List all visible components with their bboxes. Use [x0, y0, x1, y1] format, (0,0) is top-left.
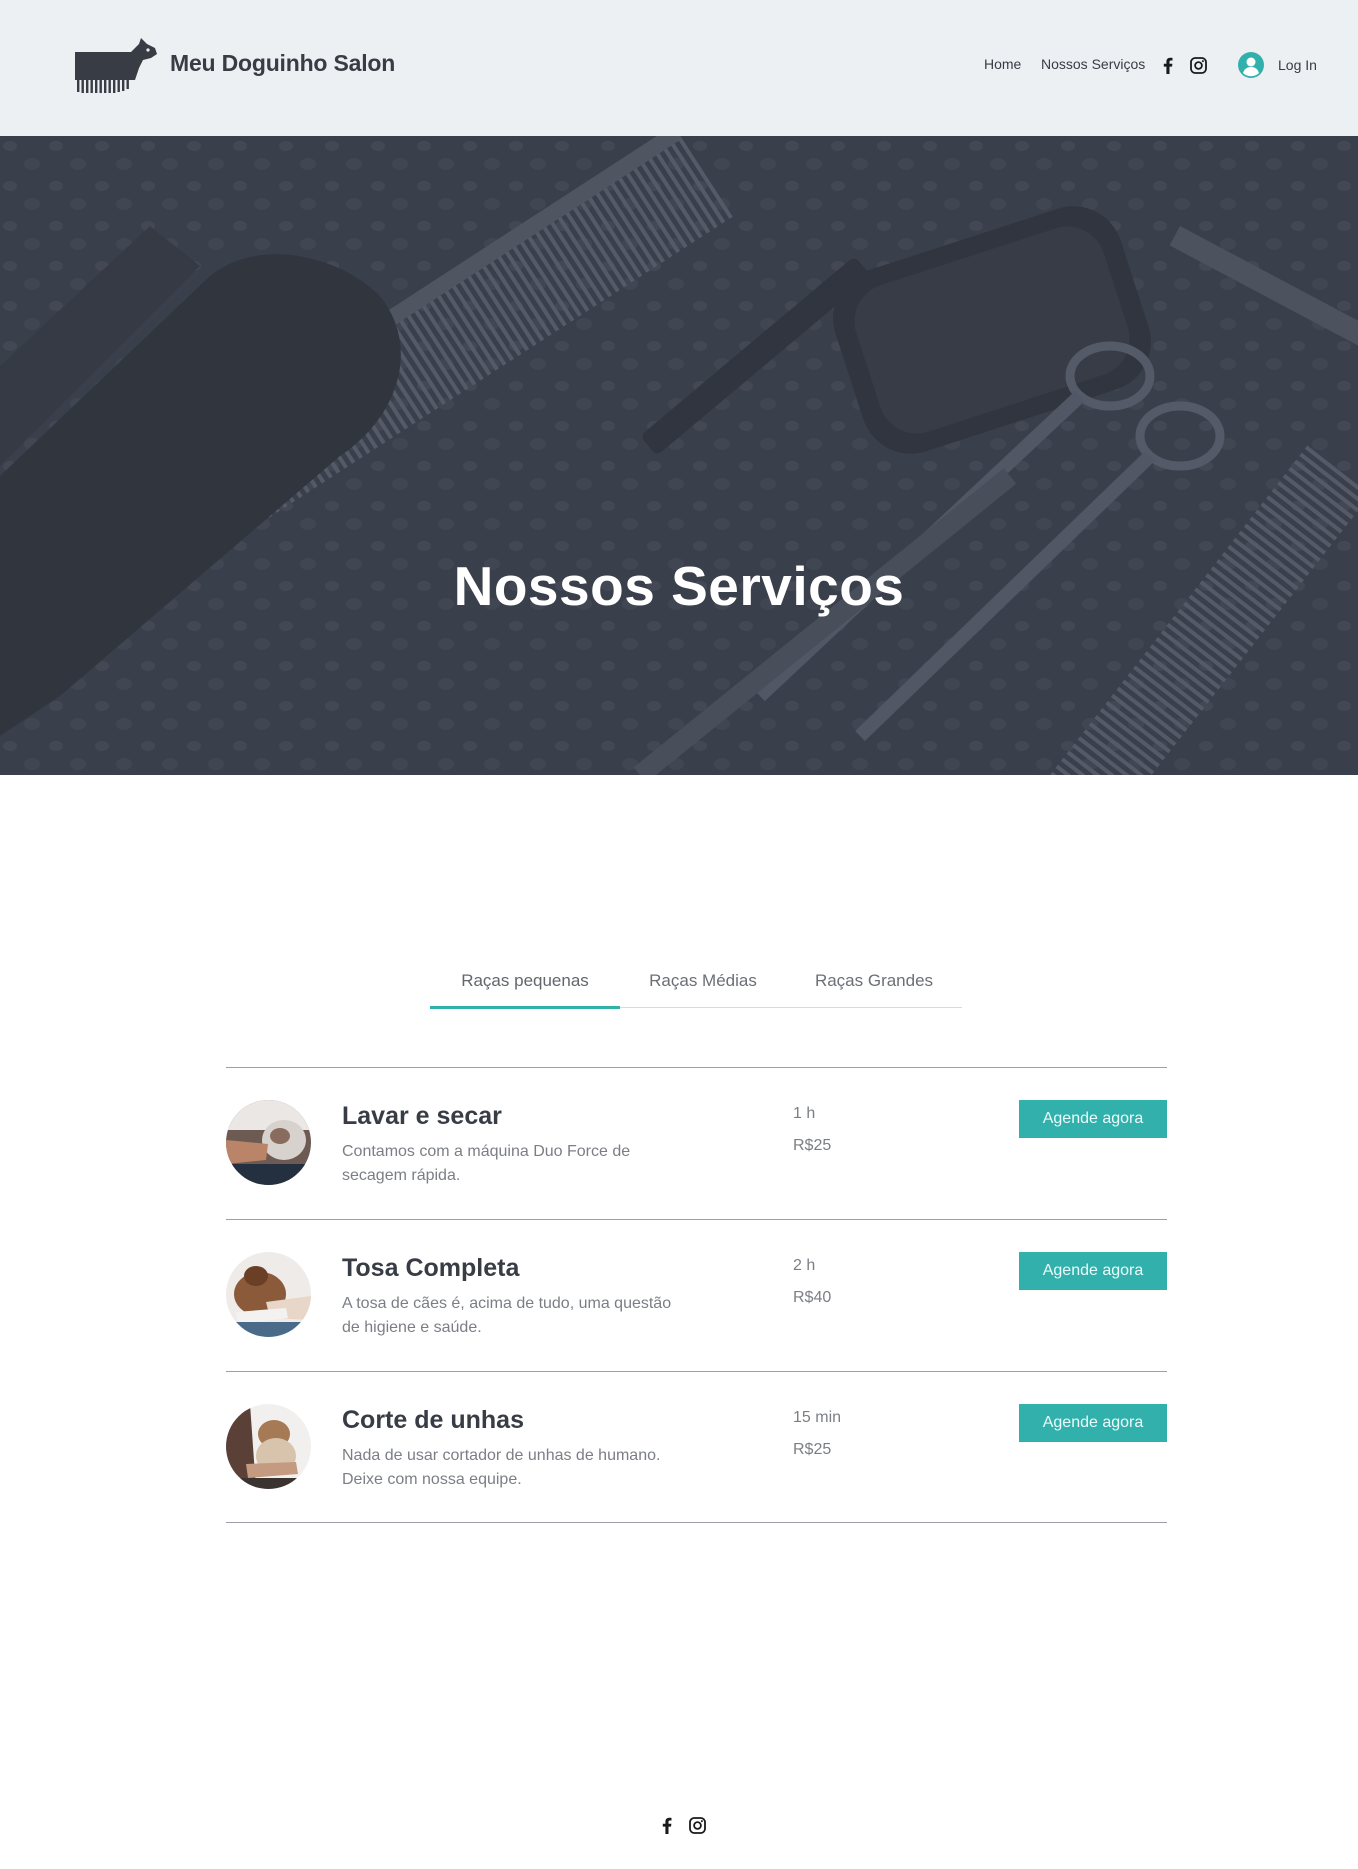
- nav-home[interactable]: Home: [984, 56, 1021, 72]
- site-header: Meu Doguinho Salon Home Nossos Serviços …: [0, 0, 1358, 136]
- service-name[interactable]: Lavar e secar: [342, 1102, 502, 1131]
- nav-nossos-servicos[interactable]: Nossos Serviços: [1041, 56, 1145, 72]
- service-duration: 15 min: [793, 1409, 842, 1426]
- brand-name[interactable]: Meu Doguinho Salon: [170, 50, 395, 77]
- book-now-button[interactable]: Agende agora: [1019, 1404, 1167, 1442]
- user-avatar-icon: [1238, 52, 1264, 78]
- service-description: Contamos com a máquina Duo Force de seca…: [342, 1143, 631, 1184]
- dog-comb-logo-icon[interactable]: [73, 38, 157, 94]
- service-thumbnail[interactable]: [226, 1252, 311, 1337]
- instagram-icon[interactable]: [687, 1815, 707, 1835]
- service-price: R$25: [793, 1441, 832, 1458]
- service-row: Corte de unhas Nada de usar cortador de …: [226, 1371, 1167, 1523]
- service-row: Lavar e secar Contamos com a máquina Duo…: [226, 1067, 1167, 1219]
- service-duration: 2 h: [793, 1257, 816, 1274]
- service-price: R$40: [793, 1289, 832, 1306]
- facebook-icon[interactable]: [1158, 55, 1178, 75]
- service-name[interactable]: Tosa Completa: [342, 1254, 519, 1283]
- book-now-button[interactable]: Agende agora: [1019, 1252, 1167, 1290]
- service-description: Nada de usar cortador de unhas de humano…: [342, 1447, 661, 1488]
- service-row: Tosa Completa A tosa de cães é, acima de…: [226, 1219, 1167, 1371]
- service-thumbnail[interactable]: [226, 1100, 311, 1185]
- service-price: R$25: [793, 1137, 832, 1154]
- service-thumbnail[interactable]: [226, 1404, 311, 1489]
- service-description: A tosa de cães é, acima de tudo, uma que…: [342, 1295, 672, 1336]
- service-duration: 1 h: [793, 1105, 816, 1122]
- hero-title: Nossos Serviços: [453, 555, 905, 617]
- instagram-icon[interactable]: [1188, 55, 1208, 75]
- facebook-icon[interactable]: [657, 1815, 677, 1835]
- service-name[interactable]: Corte de unhas: [342, 1406, 524, 1435]
- breed-size-tabs: Raças pequenas Raças Médias Raças Grande…: [430, 966, 962, 1009]
- tab-racas-pequenas[interactable]: Raças pequenas: [430, 966, 620, 1009]
- hero-banner: Nossos Serviços: [0, 136, 1358, 775]
- login-button[interactable]: Log In: [1238, 52, 1317, 78]
- book-now-button[interactable]: Agende agora: [1019, 1100, 1167, 1138]
- services-list: Lavar e secar Contamos com a máquina Duo…: [226, 1067, 1167, 1523]
- tab-racas-grandes[interactable]: Raças Grandes: [786, 966, 962, 1008]
- login-label: Log In: [1278, 57, 1317, 73]
- tab-racas-medias[interactable]: Raças Médias: [620, 966, 786, 1008]
- grooming-tools-background-image: [0, 136, 1358, 775]
